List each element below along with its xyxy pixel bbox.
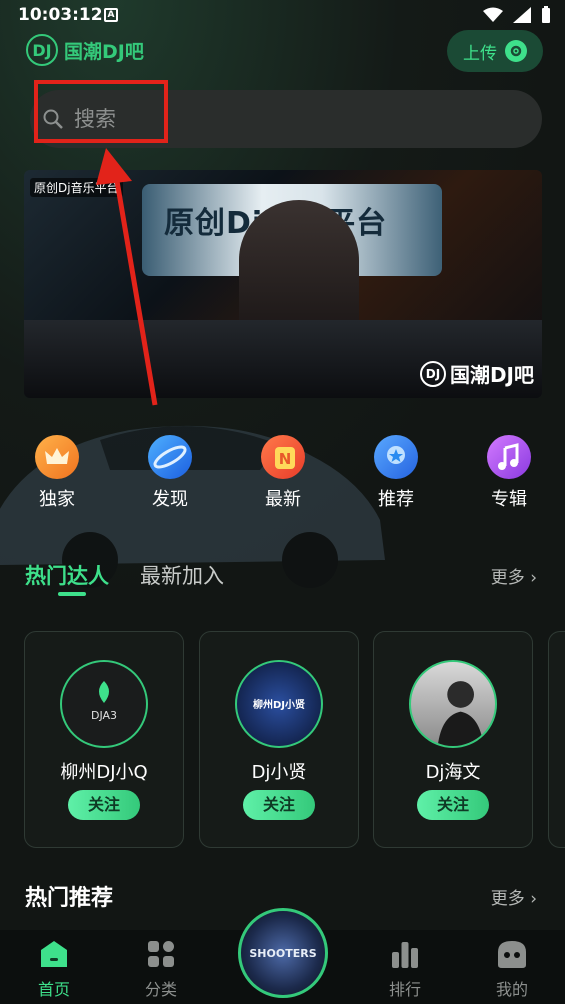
artist-name: Dj海文: [425, 762, 481, 783]
notification-badge: A: [104, 8, 118, 22]
nav-mine[interactable]: 我的: [482, 938, 542, 1000]
artist-card[interactable]: Dj海文 关注: [373, 631, 533, 848]
chevron-right-icon: ›: [530, 889, 537, 909]
avatar: [409, 660, 497, 748]
artist-name: Dj小贤: [251, 762, 307, 783]
planet-icon: [148, 435, 192, 479]
category-exclusive[interactable]: 独家: [22, 435, 92, 511]
more-label: 更多: [490, 889, 525, 909]
tab-hot-artists[interactable]: 热门达人: [25, 560, 109, 590]
profile-face-icon: [498, 941, 526, 968]
wifi-icon: [483, 7, 503, 22]
artist-card-partial[interactable]: [548, 631, 565, 848]
logo-text: 国潮DJ吧: [64, 40, 144, 63]
avatar: 柳州DJ小贤: [235, 660, 323, 748]
artist-name: 柳州DJ小Q: [60, 762, 148, 783]
section-title-hot-recommend: 热门推荐: [25, 886, 114, 911]
upload-button[interactable]: 上传: [447, 30, 543, 72]
more-label: 更多: [490, 568, 525, 588]
now-playing-disc[interactable]: SHOOTERS: [238, 908, 328, 998]
follow-button[interactable]: 关注: [243, 790, 315, 820]
watermark-text: 国潮DJ吧: [449, 363, 534, 387]
nav-label: 分类: [144, 980, 177, 999]
upload-label: 上传: [463, 43, 497, 64]
signal-icon: [513, 7, 531, 23]
music-note-icon: [487, 435, 531, 479]
status-time: 10:03:12: [18, 5, 103, 25]
artist-card[interactable]: DJA3 柳州DJ小Q 关注: [24, 631, 184, 848]
category-label: 专辑: [491, 489, 527, 510]
category-label: 独家: [39, 489, 75, 510]
chevron-right-icon: ›: [530, 568, 537, 588]
svg-text:N: N: [279, 450, 292, 468]
system-icons: [483, 6, 551, 24]
category-label: 发现: [152, 489, 188, 510]
svg-text:DJA3: DJA3: [91, 709, 117, 722]
medal-icon: [374, 435, 418, 479]
upload-disc-icon: [505, 40, 527, 62]
tab-indicator: [58, 592, 86, 596]
category-newest[interactable]: N 最新: [248, 435, 318, 511]
disc-cover-text: SHOOTERS: [249, 946, 317, 960]
crown-icon: [35, 435, 79, 479]
category-label: 推荐: [378, 489, 414, 510]
category-album[interactable]: 专辑: [474, 435, 544, 511]
category-label: 最新: [265, 489, 301, 510]
follow-button[interactable]: 关注: [68, 790, 140, 820]
banner-watermark: DJ 国潮DJ吧: [419, 359, 534, 388]
nav-label: 我的: [495, 980, 528, 999]
category-discover[interactable]: 发现: [135, 435, 205, 511]
logo-icon: DJ: [26, 34, 58, 66]
status-bar: 10:03:12 A: [0, 0, 565, 32]
new-badge-icon: N: [261, 435, 305, 479]
category-recommend[interactable]: 推荐: [361, 435, 431, 511]
home-icon: [41, 941, 67, 967]
tab-newly-joined[interactable]: 最新加入: [140, 560, 224, 590]
more-recommend-link[interactable]: 更多 ›: [491, 884, 537, 909]
avatar: DJA3: [60, 660, 148, 748]
nav-label: 排行: [388, 980, 421, 999]
svg-text:柳州DJ小贤: 柳州DJ小贤: [253, 698, 306, 711]
artist-card[interactable]: 柳州DJ小贤 Dj小贤 关注: [199, 631, 359, 848]
nav-ranking[interactable]: 排行: [375, 938, 435, 1000]
app-logo: DJ 国潮DJ吧: [26, 34, 144, 66]
grid-icon: [148, 941, 174, 967]
nav-category[interactable]: 分类: [131, 938, 191, 1000]
battery-icon: [542, 6, 550, 23]
bar-chart-icon: [392, 942, 418, 968]
annotation-highlight-box: [34, 80, 168, 143]
banner-tag: 原创Dj音乐平台: [30, 178, 123, 197]
nav-label: 首页: [37, 980, 70, 999]
more-artists-link[interactable]: 更多 ›: [491, 563, 537, 588]
promo-banner[interactable]: 原创Dj音乐平台 原创Dj音乐平台 DJ 国潮DJ吧: [24, 170, 542, 398]
nav-home[interactable]: 首页: [24, 938, 84, 1000]
watermark-logo-icon: DJ: [419, 360, 446, 387]
follow-button[interactable]: 关注: [417, 790, 489, 820]
